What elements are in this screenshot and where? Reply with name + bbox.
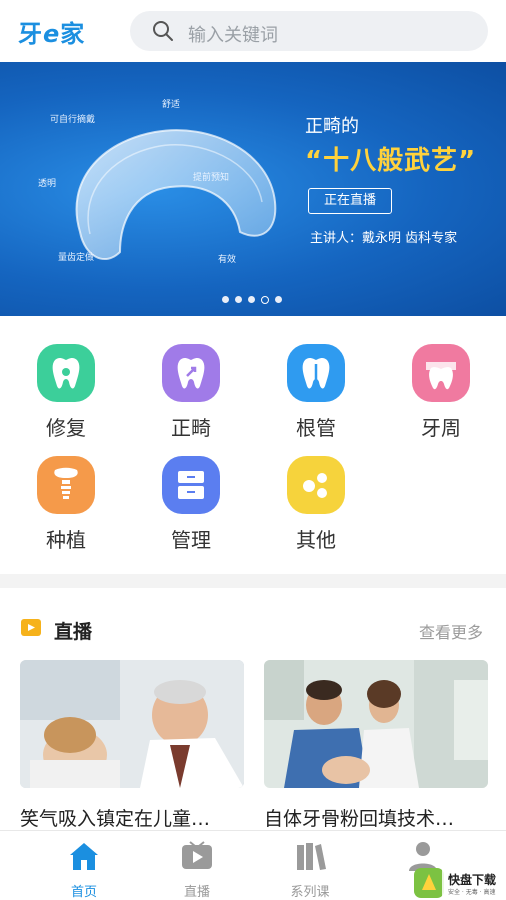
promo-banner[interactable]: 舒适 可自行摘戴 透明 提前预知 量齿定做 有效 正畸的 “十八般武艺” 正在直… <box>0 62 506 316</box>
category-other[interactable]: 其他 <box>276 456 356 553</box>
tooth-root-icon <box>287 344 345 402</box>
aligner-image <box>75 129 277 261</box>
category-grid: 修复 正畸 根管 牙周 种植 管理 其他 <box>0 316 506 574</box>
category-root[interactable]: 根管 <box>276 344 356 441</box>
banner-label-removable: 可自行摘戴 <box>50 115 96 125</box>
category-label: 牙周 <box>421 416 461 440</box>
carousel-dot[interactable] <box>248 296 255 303</box>
tooth-gum-icon <box>412 344 470 402</box>
live-card-image <box>20 660 244 788</box>
banner-label-preview: 提前预知 <box>193 173 230 183</box>
category-implant[interactable]: 种植 <box>26 456 106 553</box>
home-icon <box>70 843 98 870</box>
search-icon <box>153 21 173 41</box>
carousel-dot-active[interactable] <box>261 296 269 304</box>
tab-live[interactable]: 直播 <box>157 839 237 900</box>
banner-label-custom: 量齿定做 <box>58 253 95 263</box>
search-bar[interactable]: 输入关键词 <box>130 11 488 51</box>
logo-part-e: e <box>43 20 61 48</box>
watermark-tag: 安全 · 无毒 · 高速 <box>448 888 495 896</box>
banner-label-effective: 有效 <box>218 255 237 265</box>
live-card[interactable]: 笑气吸入镇定在儿童… <box>20 660 244 831</box>
tab-label: 直播 <box>183 885 210 900</box>
tab-label: 首页 <box>70 885 97 900</box>
live-section-header: 直播 查看更多 <box>0 600 506 643</box>
section-divider <box>0 574 506 588</box>
banner-label-transparent: 透明 <box>38 179 57 189</box>
tab-label: 系列课 <box>290 885 330 900</box>
carousel-dot[interactable] <box>222 296 229 303</box>
watermark-brand: 快盘下载 <box>448 872 496 887</box>
banner-title: 正畸的 <box>305 116 359 137</box>
banner-speaker: 主讲人：戴永明 齿科专家 <box>310 231 458 246</box>
dots-icon <box>287 456 345 514</box>
category-manage[interactable]: 管理 <box>151 456 231 553</box>
banner-label-comfort: 舒适 <box>162 100 181 110</box>
banner-subtitle: “十八般武艺” <box>305 146 477 176</box>
live-section-title: 直播 <box>54 621 93 643</box>
carousel-dot[interactable] <box>275 296 282 303</box>
carousel-dot[interactable] <box>235 296 242 303</box>
category-label: 根管 <box>296 416 336 440</box>
category-label: 正畸 <box>171 416 211 440</box>
category-label: 种植 <box>46 528 86 552</box>
tab-home[interactable]: 首页 <box>44 839 124 900</box>
view-more-link[interactable]: 查看更多 <box>419 619 483 643</box>
category-gum[interactable]: 牙周 <box>401 344 481 441</box>
search-placeholder[interactable]: 输入关键词 <box>188 21 278 47</box>
books-icon <box>297 843 326 870</box>
carousel-dots <box>222 296 282 304</box>
live-card[interactable]: 自体牙骨粉回填技术… <box>264 660 488 831</box>
app-header: 牙e家 输入关键词 <box>0 0 506 62</box>
live-card-image <box>264 660 488 788</box>
play-icon <box>182 841 212 869</box>
tooth-ortho-icon <box>162 344 220 402</box>
category-label: 管理 <box>171 528 211 552</box>
app-logo[interactable]: 牙e家 <box>18 14 85 49</box>
logo-part-1: 牙 <box>18 20 43 48</box>
tooth-implant-icon <box>37 456 95 514</box>
cabinet-icon <box>162 456 220 514</box>
category-ortho[interactable]: 正畸 <box>151 344 231 441</box>
tab-series[interactable]: 系列课 <box>270 839 350 900</box>
live-now-button[interactable]: 正在直播 <box>308 188 392 214</box>
category-label: 其他 <box>296 528 336 552</box>
tooth-repair-icon <box>37 344 95 402</box>
watermark-logo: 快盘下载 安全 · 无毒 · 高速 <box>412 866 506 900</box>
live-card-title: 自体牙骨粉回填技术… <box>264 808 455 830</box>
logo-part-2: 家 <box>60 20 86 48</box>
live-icon <box>21 619 41 636</box>
category-label: 修复 <box>46 416 86 440</box>
category-repair[interactable]: 修复 <box>26 344 106 441</box>
live-card-title: 笑气吸入镇定在儿童… <box>20 808 211 830</box>
